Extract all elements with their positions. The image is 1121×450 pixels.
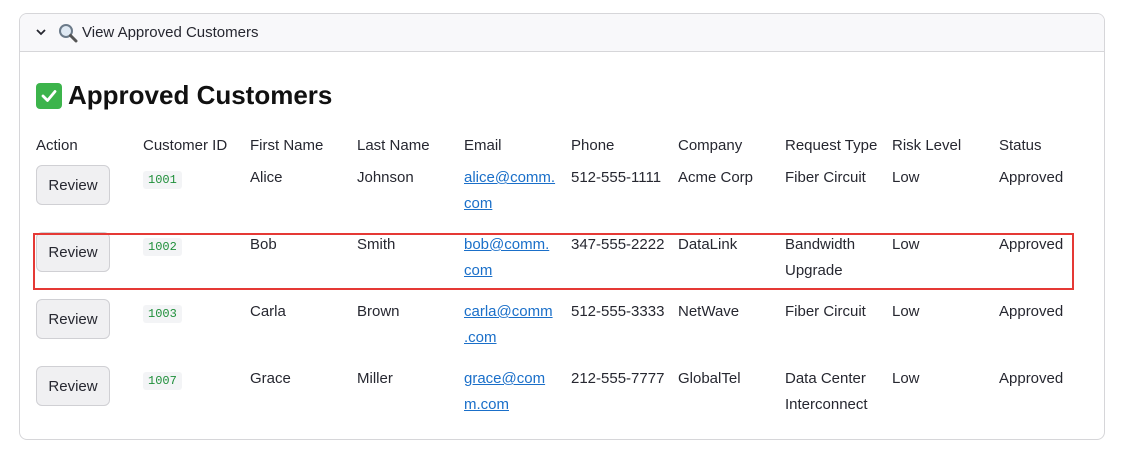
first-name: Bob	[250, 236, 277, 253]
chevron-down-icon[interactable]	[36, 28, 46, 38]
magnifier-icon	[58, 23, 78, 43]
company: GlobalTel	[678, 370, 741, 387]
risk-level: Low	[892, 370, 920, 387]
table-row: Review 1001 Alice Johnson alice@comm. com…	[36, 160, 1079, 227]
first-name: Alice	[250, 169, 283, 186]
last-name: Miller	[357, 370, 393, 387]
section-heading: Approved Customers	[36, 80, 332, 111]
table-header-row: Action Customer ID First Name Last Name …	[36, 130, 1079, 160]
customer-id: 1002	[143, 238, 182, 256]
company: Acme Corp	[678, 169, 754, 186]
email-link[interactable]: alice@comm. com	[464, 169, 555, 212]
request-type: Bandwidth Upgrade	[785, 236, 856, 279]
column-header: Status	[999, 136, 1042, 154]
status: Approved	[999, 303, 1064, 320]
request-type: Fiber Circuit	[785, 169, 866, 186]
last-name: Johnson	[357, 169, 414, 186]
risk-level: Low	[892, 236, 920, 253]
phone: 512-555-3333	[571, 303, 665, 320]
company: DataLink	[678, 236, 738, 253]
review-button[interactable]: Review	[36, 232, 110, 272]
customer-id: 1001	[143, 171, 182, 189]
risk-level: Low	[892, 169, 920, 186]
first-name: Carla	[250, 303, 286, 320]
email-link[interactable]: carla@comm .com	[464, 303, 553, 346]
request-type: Fiber Circuit	[785, 303, 866, 320]
first-name: Grace	[250, 370, 291, 387]
column-header: Company	[678, 136, 743, 154]
review-button[interactable]: Review	[36, 165, 110, 205]
customer-id: 1007	[143, 372, 182, 390]
column-header: Customer ID	[143, 136, 228, 154]
section-heading-text: Approved Customers	[68, 80, 333, 110]
risk-level: Low	[892, 303, 920, 320]
expander-header[interactable]: View Approved Customers	[20, 14, 1104, 52]
status: Approved	[999, 169, 1064, 186]
phone: 512-555-1111	[571, 169, 662, 186]
check-mark-icon	[36, 82, 62, 109]
table-row: Review 1002 Bob Smith bob@comm. com 347-5…	[36, 227, 1079, 294]
phone: 212-555-7777	[571, 370, 665, 387]
customers-table: Action Customer ID First Name Last Name …	[36, 130, 1079, 428]
column-header: Risk Level	[892, 136, 962, 154]
company: NetWave	[678, 303, 740, 320]
column-header: Action	[36, 136, 78, 154]
table-row: Review 1007 Grace Miller grace@com m.com …	[36, 361, 1079, 428]
column-header: Last Name	[357, 136, 430, 154]
email-link[interactable]: grace@com m.com	[464, 370, 545, 413]
status: Approved	[999, 370, 1064, 387]
approved-customers-expander: View Approved Customers Approved Custome…	[19, 13, 1105, 440]
status: Approved	[999, 236, 1064, 253]
request-type: Data Center Interconnect	[785, 370, 868, 413]
last-name: Brown	[357, 303, 400, 320]
expander-title: View Approved Customers	[82, 24, 259, 41]
column-header: Phone	[571, 136, 615, 154]
last-name: Smith	[357, 236, 396, 253]
table-row: Review 1003 Carla Brown carla@comm .com 5…	[36, 294, 1079, 361]
review-button[interactable]: Review	[36, 299, 110, 339]
column-header: Email	[464, 136, 502, 154]
customer-id: 1003	[143, 305, 182, 323]
phone: 347-555-2222	[571, 236, 665, 253]
column-header: Request Type	[785, 136, 878, 154]
review-button[interactable]: Review	[36, 366, 110, 406]
column-header: First Name	[250, 136, 324, 154]
email-link[interactable]: bob@comm. com	[464, 236, 549, 279]
